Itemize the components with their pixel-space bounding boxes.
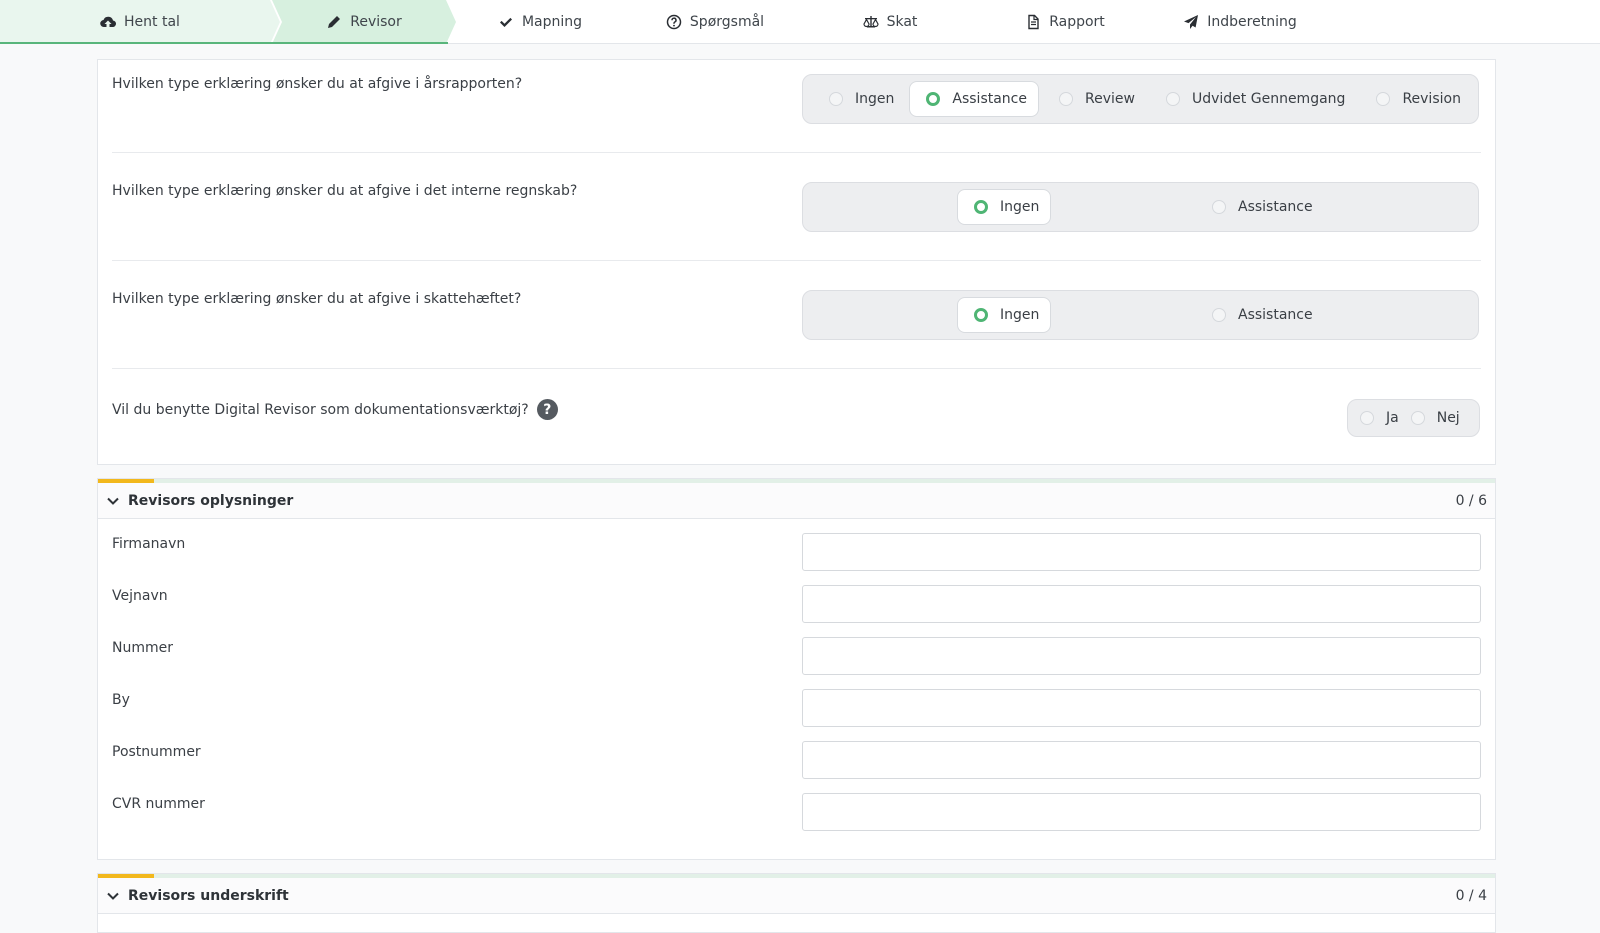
radio-icon <box>1059 92 1074 106</box>
paper-plane-icon <box>1184 15 1199 29</box>
question-text: Hvilken type erklæring ønsker du at afgi… <box>112 291 522 307</box>
field-label: Firmanavn <box>112 536 186 552</box>
question-circle-icon <box>666 14 682 30</box>
radio-icon <box>974 308 988 322</box>
question-row: Vil du benytte Digital Revisor som dokum… <box>112 369 1481 465</box>
revisor-signature-panel: Revisors underskrift 0 / 4 <box>97 873 1496 933</box>
step-mapning[interactable]: Mapning <box>470 0 610 44</box>
step-label: Revisor <box>350 14 402 30</box>
section-header[interactable]: Revisors oplysninger 0 / 6 <box>98 483 1495 519</box>
internal-accounts-selector: Ingen Assistance <box>802 182 1479 232</box>
step-label: Rapport <box>1049 14 1105 30</box>
scale-icon <box>862 16 879 28</box>
field-label: Vejnavn <box>112 588 168 604</box>
field-label: By <box>112 692 130 708</box>
field-postnummer: Postnummer <box>112 741 1481 781</box>
option-nej[interactable]: Nej <box>1405 403 1468 433</box>
section-progress-fill <box>98 479 154 483</box>
field-vejnavn: Vejnavn <box>112 585 1481 625</box>
step-progress-underline <box>0 42 448 44</box>
option-ingen[interactable]: Ingen <box>813 81 905 117</box>
cloud-download-icon <box>100 14 116 30</box>
radio-icon <box>1165 92 1180 106</box>
cvr-nummer-input[interactable] <box>802 793 1481 831</box>
option-assistance[interactable]: Assistance <box>1196 189 1324 225</box>
field-label: CVR nummer <box>112 796 205 812</box>
section-progress-bar <box>98 874 1495 878</box>
section-progress-fill <box>98 874 154 878</box>
option-ingen[interactable]: Ingen <box>957 189 1052 225</box>
pencil-icon <box>326 14 342 30</box>
radio-icon <box>974 200 988 214</box>
field-cvr-nummer: CVR nummer <box>112 793 1481 833</box>
check-icon <box>499 17 512 27</box>
question-row: Hvilken type erklæring ønsker du at afgi… <box>112 153 1481 261</box>
questions-card: Hvilken type erklæring ønsker du at afgi… <box>97 59 1496 465</box>
step-label: Skat <box>886 14 918 30</box>
radio-icon <box>1212 308 1226 322</box>
option-review[interactable]: Review <box>1043 81 1146 117</box>
question-row: Hvilken type erklæring ønsker du at afgi… <box>112 60 1481 153</box>
section-count: 0 / 4 <box>1455 887 1487 904</box>
radio-icon <box>829 92 843 106</box>
option-ingen[interactable]: Ingen <box>957 297 1052 333</box>
radio-icon <box>1410 411 1425 425</box>
question-text: Vil du benytte Digital Revisor som dokum… <box>112 399 558 420</box>
option-assistance[interactable]: Assistance <box>909 81 1039 117</box>
radio-icon <box>1212 200 1226 214</box>
section-header[interactable]: Revisors underskrift 0 / 4 <box>98 878 1495 914</box>
firmanavn-input[interactable] <box>802 533 1481 571</box>
radio-icon <box>1376 92 1391 106</box>
question-text: Hvilken type erklæring ønsker du at afgi… <box>112 76 523 92</box>
radio-icon <box>1360 411 1374 425</box>
question-circle-icon[interactable]: ? <box>536 399 558 420</box>
nummer-input[interactable] <box>802 637 1481 675</box>
section-title: Revisors underskrift <box>128 887 289 904</box>
option-ja[interactable]: Ja <box>1350 403 1405 433</box>
step-rapport[interactable]: Rapport <box>990 0 1140 44</box>
wizard-stepper: Hent tal Revisor Mapning Spørgsmål Skat … <box>0 0 1600 44</box>
field-nummer: Nummer <box>112 637 1481 677</box>
digital-revisor-selector: Ja Nej <box>1347 399 1480 437</box>
option-assistance[interactable]: Assistance <box>1196 297 1324 333</box>
file-icon <box>1028 14 1039 30</box>
radio-icon <box>926 92 941 106</box>
option-revision[interactable]: Revision <box>1360 81 1472 117</box>
step-indberetning[interactable]: Indberetning <box>1160 0 1320 44</box>
by-input[interactable] <box>802 689 1481 727</box>
option-udvidet-gennemgang[interactable]: Udvidet Gennemgang <box>1150 81 1356 117</box>
step-label: Indberetning <box>1207 14 1297 30</box>
step-label: Hent tal <box>124 14 180 30</box>
chevron-down-icon <box>107 497 119 505</box>
question-text: Hvilken type erklæring ønsker du at afgi… <box>112 183 578 199</box>
step-hent-tal[interactable]: Hent tal <box>0 0 280 44</box>
field-firmanavn: Firmanavn <box>112 533 1481 573</box>
field-label: Postnummer <box>112 744 201 760</box>
vejnavn-input[interactable] <box>802 585 1481 623</box>
step-label: Mapning <box>521 14 583 30</box>
chevron-down-icon <box>107 892 119 900</box>
step-label: Spørgsmål <box>689 14 765 30</box>
postnummer-input[interactable] <box>802 741 1481 779</box>
section-title: Revisors oplysninger <box>128 492 294 509</box>
field-by: By <box>112 689 1481 729</box>
revisor-info-panel: Revisors oplysninger 0 / 6 Firmanavn Vej… <box>97 478 1496 860</box>
step-sporgsmal[interactable]: Spørgsmål <box>640 0 790 44</box>
declaration-type-selector: Ingen Assistance Review Udvidet Gennemga… <box>802 74 1479 124</box>
section-count: 0 / 6 <box>1455 492 1487 509</box>
field-label: Nummer <box>112 640 173 656</box>
step-revisor[interactable]: Revisor <box>272 0 456 44</box>
section-progress-bar <box>98 479 1495 483</box>
tax-booklet-selector: Ingen Assistance <box>802 290 1479 340</box>
step-skat[interactable]: Skat <box>820 0 960 44</box>
question-row: Hvilken type erklæring ønsker du at afgi… <box>112 261 1481 369</box>
